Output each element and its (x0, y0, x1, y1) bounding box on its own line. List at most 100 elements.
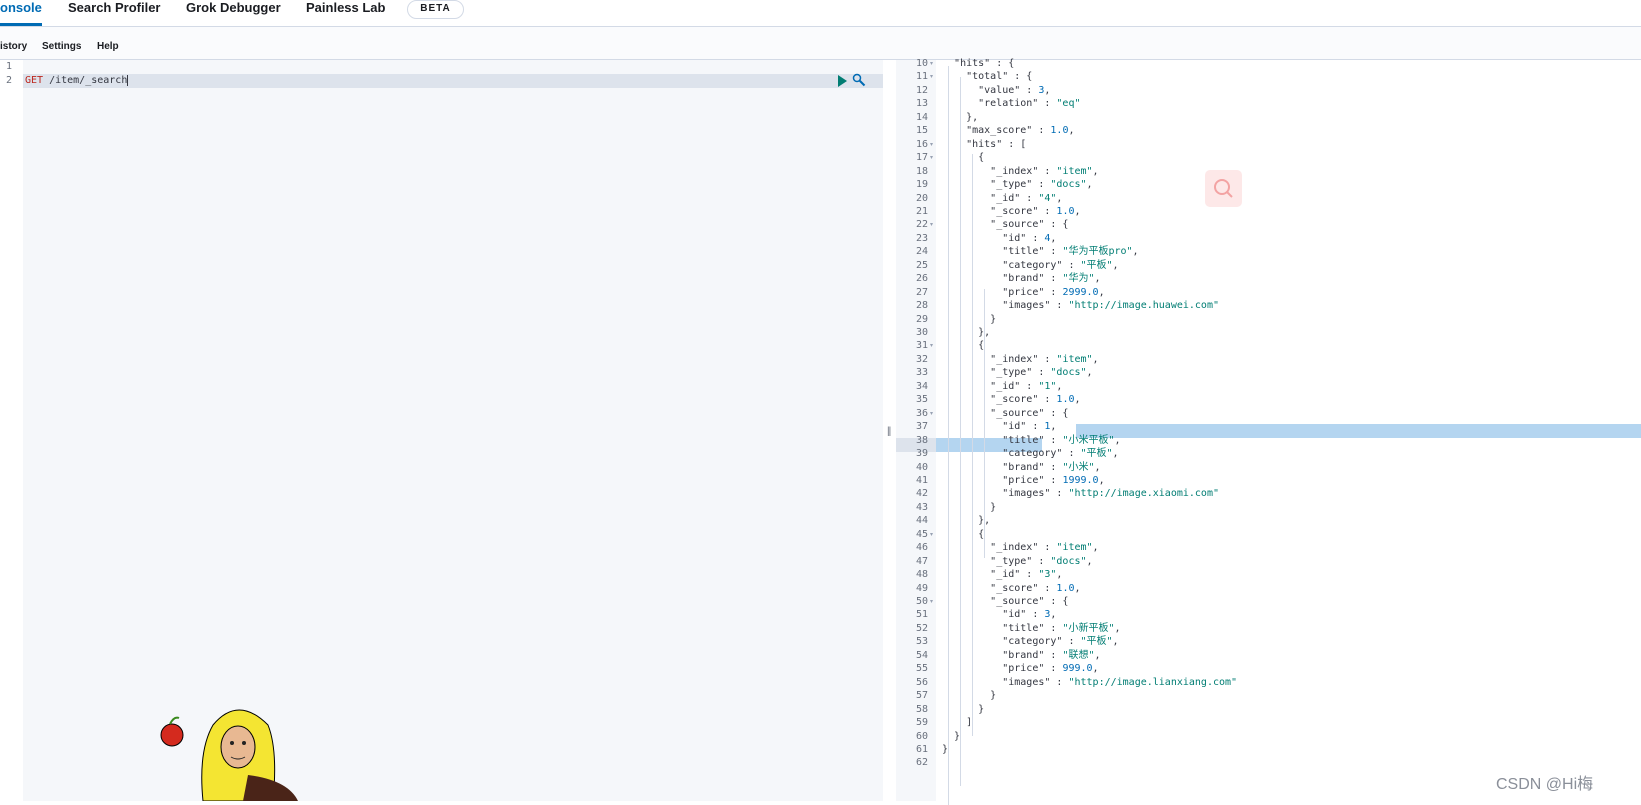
response-line-number: 28 (915, 300, 928, 312)
response-line-number: 21 (915, 205, 928, 217)
response-line-number: 52 (915, 622, 928, 634)
tab-search-profiler[interactable]: Search Profiler (68, 0, 161, 18)
response-line-number: 57 (915, 690, 928, 702)
request-gutter: 1 2 (0, 60, 23, 801)
response-line-number: 40 (915, 461, 928, 473)
response-line-number: 10 (915, 58, 928, 69)
response-line-number: 12 (915, 84, 928, 96)
response-line-number: 18 (915, 165, 928, 177)
response-line-number: 37 (915, 421, 928, 433)
menu-help[interactable]: Help (97, 41, 119, 52)
response-line: "title" : "小新平板", (1002, 622, 1121, 634)
response-line-number: 62 (915, 757, 928, 769)
fold-toggle-icon[interactable]: ▾ (930, 70, 933, 84)
response-line-number: 31 (915, 340, 928, 352)
response-line-number: 61 (915, 743, 928, 755)
response-line: "brand" : "华为", (1002, 273, 1101, 285)
request-line[interactable]: GET /item/_search (25, 74, 129, 88)
response-line: "category" : "平板", (1002, 448, 1119, 460)
console-menu: istory Settings Help (0, 27, 1641, 60)
wrench-icon[interactable] (852, 73, 866, 87)
response-line-number: 33 (915, 367, 928, 379)
response-line-number: 36 (915, 407, 928, 419)
response-line: "relation" : "eq" (978, 98, 1081, 110)
fold-toggle-icon[interactable]: ▾ (930, 138, 933, 152)
response-line: "_type" : "docs", (990, 555, 1093, 567)
tab-console[interactable]: onsole (0, 0, 42, 26)
response-line-number: 29 (915, 313, 928, 325)
response-line: "_index" : "item", (990, 165, 1099, 177)
response-line: "_type" : "docs", (990, 367, 1093, 379)
response-line: ] (942, 717, 973, 729)
response-line-number: 19 (915, 179, 928, 191)
response-line-number: 50 (915, 596, 928, 607)
response-line-number: 15 (915, 125, 928, 137)
fold-toggle-icon[interactable]: ▾ (930, 595, 933, 609)
response-line-number: 34 (915, 380, 928, 392)
fold-toggle-icon[interactable]: ▾ (930, 57, 933, 71)
response-line-number: 26 (915, 273, 928, 285)
response-line-number: 25 (915, 259, 928, 271)
watermark: CSDN @Hi梅 (1496, 776, 1594, 793)
fold-toggle-icon[interactable]: ▾ (930, 218, 933, 232)
play-icon[interactable] (838, 75, 847, 87)
response-line-number: 23 (915, 232, 928, 244)
indent-guide (948, 66, 949, 805)
menu-history[interactable]: istory (0, 41, 27, 52)
app-tab-bar: onsole Search Profiler Grok Debugger Pai… (0, 0, 1641, 27)
response-line: "brand" : "联想", (1002, 649, 1101, 661)
response-line: "_type" : "docs", (990, 179, 1093, 191)
tab-grok-debugger[interactable]: Grok Debugger (186, 0, 281, 18)
response-line-number: 13 (915, 98, 928, 110)
tab-painless-lab[interactable]: Painless Lab (306, 0, 385, 18)
response-line: } (942, 313, 997, 325)
search-icon (1214, 179, 1233, 198)
fold-toggle-icon[interactable]: ▾ (930, 528, 933, 542)
menu-settings[interactable]: Settings (42, 41, 81, 52)
fold-toggle-icon[interactable]: ▾ (930, 151, 933, 165)
active-line-highlight (23, 74, 883, 88)
response-line-number: 42 (915, 488, 928, 500)
response-line-number: 14 (915, 111, 928, 123)
fold-toggle-icon[interactable]: ▾ (930, 407, 933, 421)
response-line: "_index" : "item", (990, 542, 1099, 554)
response-line-number: 22 (915, 219, 928, 231)
response-line: } (942, 501, 997, 513)
search-button[interactable] (1205, 170, 1242, 207)
text-selection (1076, 424, 1641, 438)
indent-guide (960, 77, 961, 786)
response-line-number: 44 (915, 515, 928, 527)
response-line-number: 11 (915, 71, 928, 83)
request-editor[interactable]: 1 2 GET /item/_search (0, 60, 883, 801)
response-line-number: 35 (915, 394, 928, 406)
response-line-number: 24 (915, 246, 928, 258)
beta-badge: BETA (407, 0, 464, 19)
response-line: "price" : 999.0, (1002, 663, 1099, 675)
line-number: 1 (5, 61, 12, 72)
line-number: 2 (5, 75, 12, 86)
response-line-number: 56 (915, 676, 928, 688)
response-viewer[interactable]: 10 ▾ "hits" : {11 ▾ "total" : {12 "value" … (896, 57, 1641, 805)
response-line-number: 20 (915, 192, 928, 204)
response-line-number: 54 (915, 649, 928, 661)
response-line-number: 16 (915, 138, 928, 150)
pane-resizer[interactable]: || (883, 60, 896, 801)
response-line-number: 60 (915, 730, 928, 742)
response-line: "images" : "http://image.lianxiang.com" (1002, 676, 1238, 688)
response-line-number: 49 (915, 582, 928, 594)
indent-guide (984, 289, 985, 558)
response-line-number: 30 (915, 327, 928, 338)
mascot-image (160, 709, 298, 801)
resizer-handle-icon[interactable]: || (887, 426, 891, 437)
response-line-number: 32 (915, 353, 928, 365)
response-line: "hits" : { (954, 58, 1015, 69)
response-line-number: 59 (915, 717, 928, 729)
response-line-number: 51 (915, 609, 928, 621)
response-line: "category" : "平板", (1002, 259, 1119, 271)
response-line-number: 58 (915, 703, 928, 715)
response-line: "_score" : 1.0, (990, 582, 1081, 594)
response-line: "_score" : 1.0, (990, 394, 1081, 406)
response-line: } (942, 730, 961, 742)
fold-toggle-icon[interactable]: ▾ (930, 339, 933, 353)
response-line: "value" : 3, (978, 84, 1051, 96)
